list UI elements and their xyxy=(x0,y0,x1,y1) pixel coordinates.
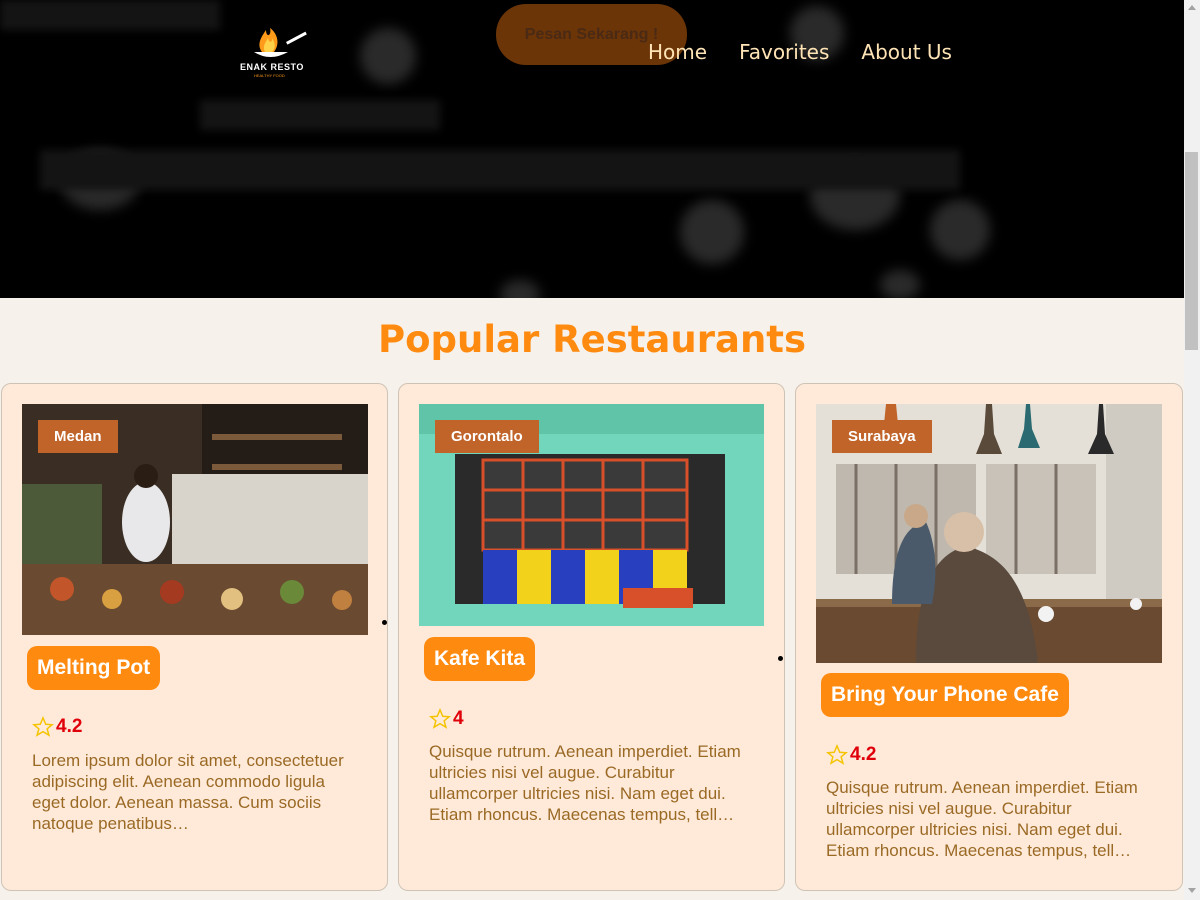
scrollbar-track[interactable] xyxy=(1184,0,1200,900)
star-icon xyxy=(429,708,451,729)
rating-value: 4.2 xyxy=(850,744,877,765)
rating: 4 xyxy=(429,708,464,730)
restaurant-image: Gorontalo xyxy=(419,404,764,626)
nav-about-link[interactable]: About Us xyxy=(861,40,952,64)
restaurant-name: Melting Pot xyxy=(27,646,161,690)
list-bullet xyxy=(382,620,387,625)
restaurant-name: Kafe Kita xyxy=(424,637,536,681)
list-bullet xyxy=(778,656,783,661)
nav-home-link[interactable]: Home xyxy=(648,40,707,64)
city-badge: Surabaya xyxy=(832,420,932,453)
brand-tagline: HEALTHY FOOD xyxy=(254,73,285,78)
restaurant-description: Lorem ipsum dolor sit amet, consectetuer… xyxy=(32,751,344,833)
rating-value: 4 xyxy=(453,708,464,729)
hero-banner: Pesan Sekarang ! xyxy=(0,0,1184,298)
restaurant-card-melting-pot[interactable]: Medan Melting Pot 4.2 Lorem ipsum dolor … xyxy=(1,383,388,891)
restaurant-image: Medan xyxy=(22,404,368,635)
restaurant-card-bring-your-phone-cafe[interactable]: Surabaya Bring Your Phone Cafe 4.2 Quisq… xyxy=(795,383,1183,891)
star-icon xyxy=(826,744,848,765)
rating: 4.2 xyxy=(32,716,82,738)
restaurant-image: Surabaya xyxy=(816,404,1162,663)
city-badge: Gorontalo xyxy=(435,420,539,453)
nav-favorites-link[interactable]: Favorites xyxy=(739,40,829,64)
rating-value: 4.2 xyxy=(56,716,83,737)
scrollbar-thumb[interactable] xyxy=(1185,152,1198,350)
scroll-down-arrow-icon[interactable] xyxy=(1188,888,1196,893)
section-title: Popular Restaurants xyxy=(377,318,806,361)
restaurant-card-kafe-kita[interactable]: Gorontalo Kafe Kita 4 Quisque rutrum. Ae… xyxy=(398,383,785,891)
city-badge: Medan xyxy=(38,420,118,453)
restaurant-description: Quisque rutrum. Aenean imperdiet. Etiam … xyxy=(429,742,741,824)
rating: 4.2 xyxy=(826,744,876,766)
scroll-up-arrow-icon[interactable] xyxy=(1188,5,1196,10)
star-icon xyxy=(32,716,54,737)
brand-name: ENAK RESTO xyxy=(240,62,304,72)
restaurant-description: Quisque rutrum. Aenean imperdiet. Etiam … xyxy=(826,778,1138,860)
brand-logo[interactable]: ENAK RESTO HEALTHY FOOD xyxy=(236,22,312,78)
main-nav: Home Favorites About Us xyxy=(648,40,952,64)
restaurant-name: Bring Your Phone Cafe xyxy=(821,673,1069,717)
